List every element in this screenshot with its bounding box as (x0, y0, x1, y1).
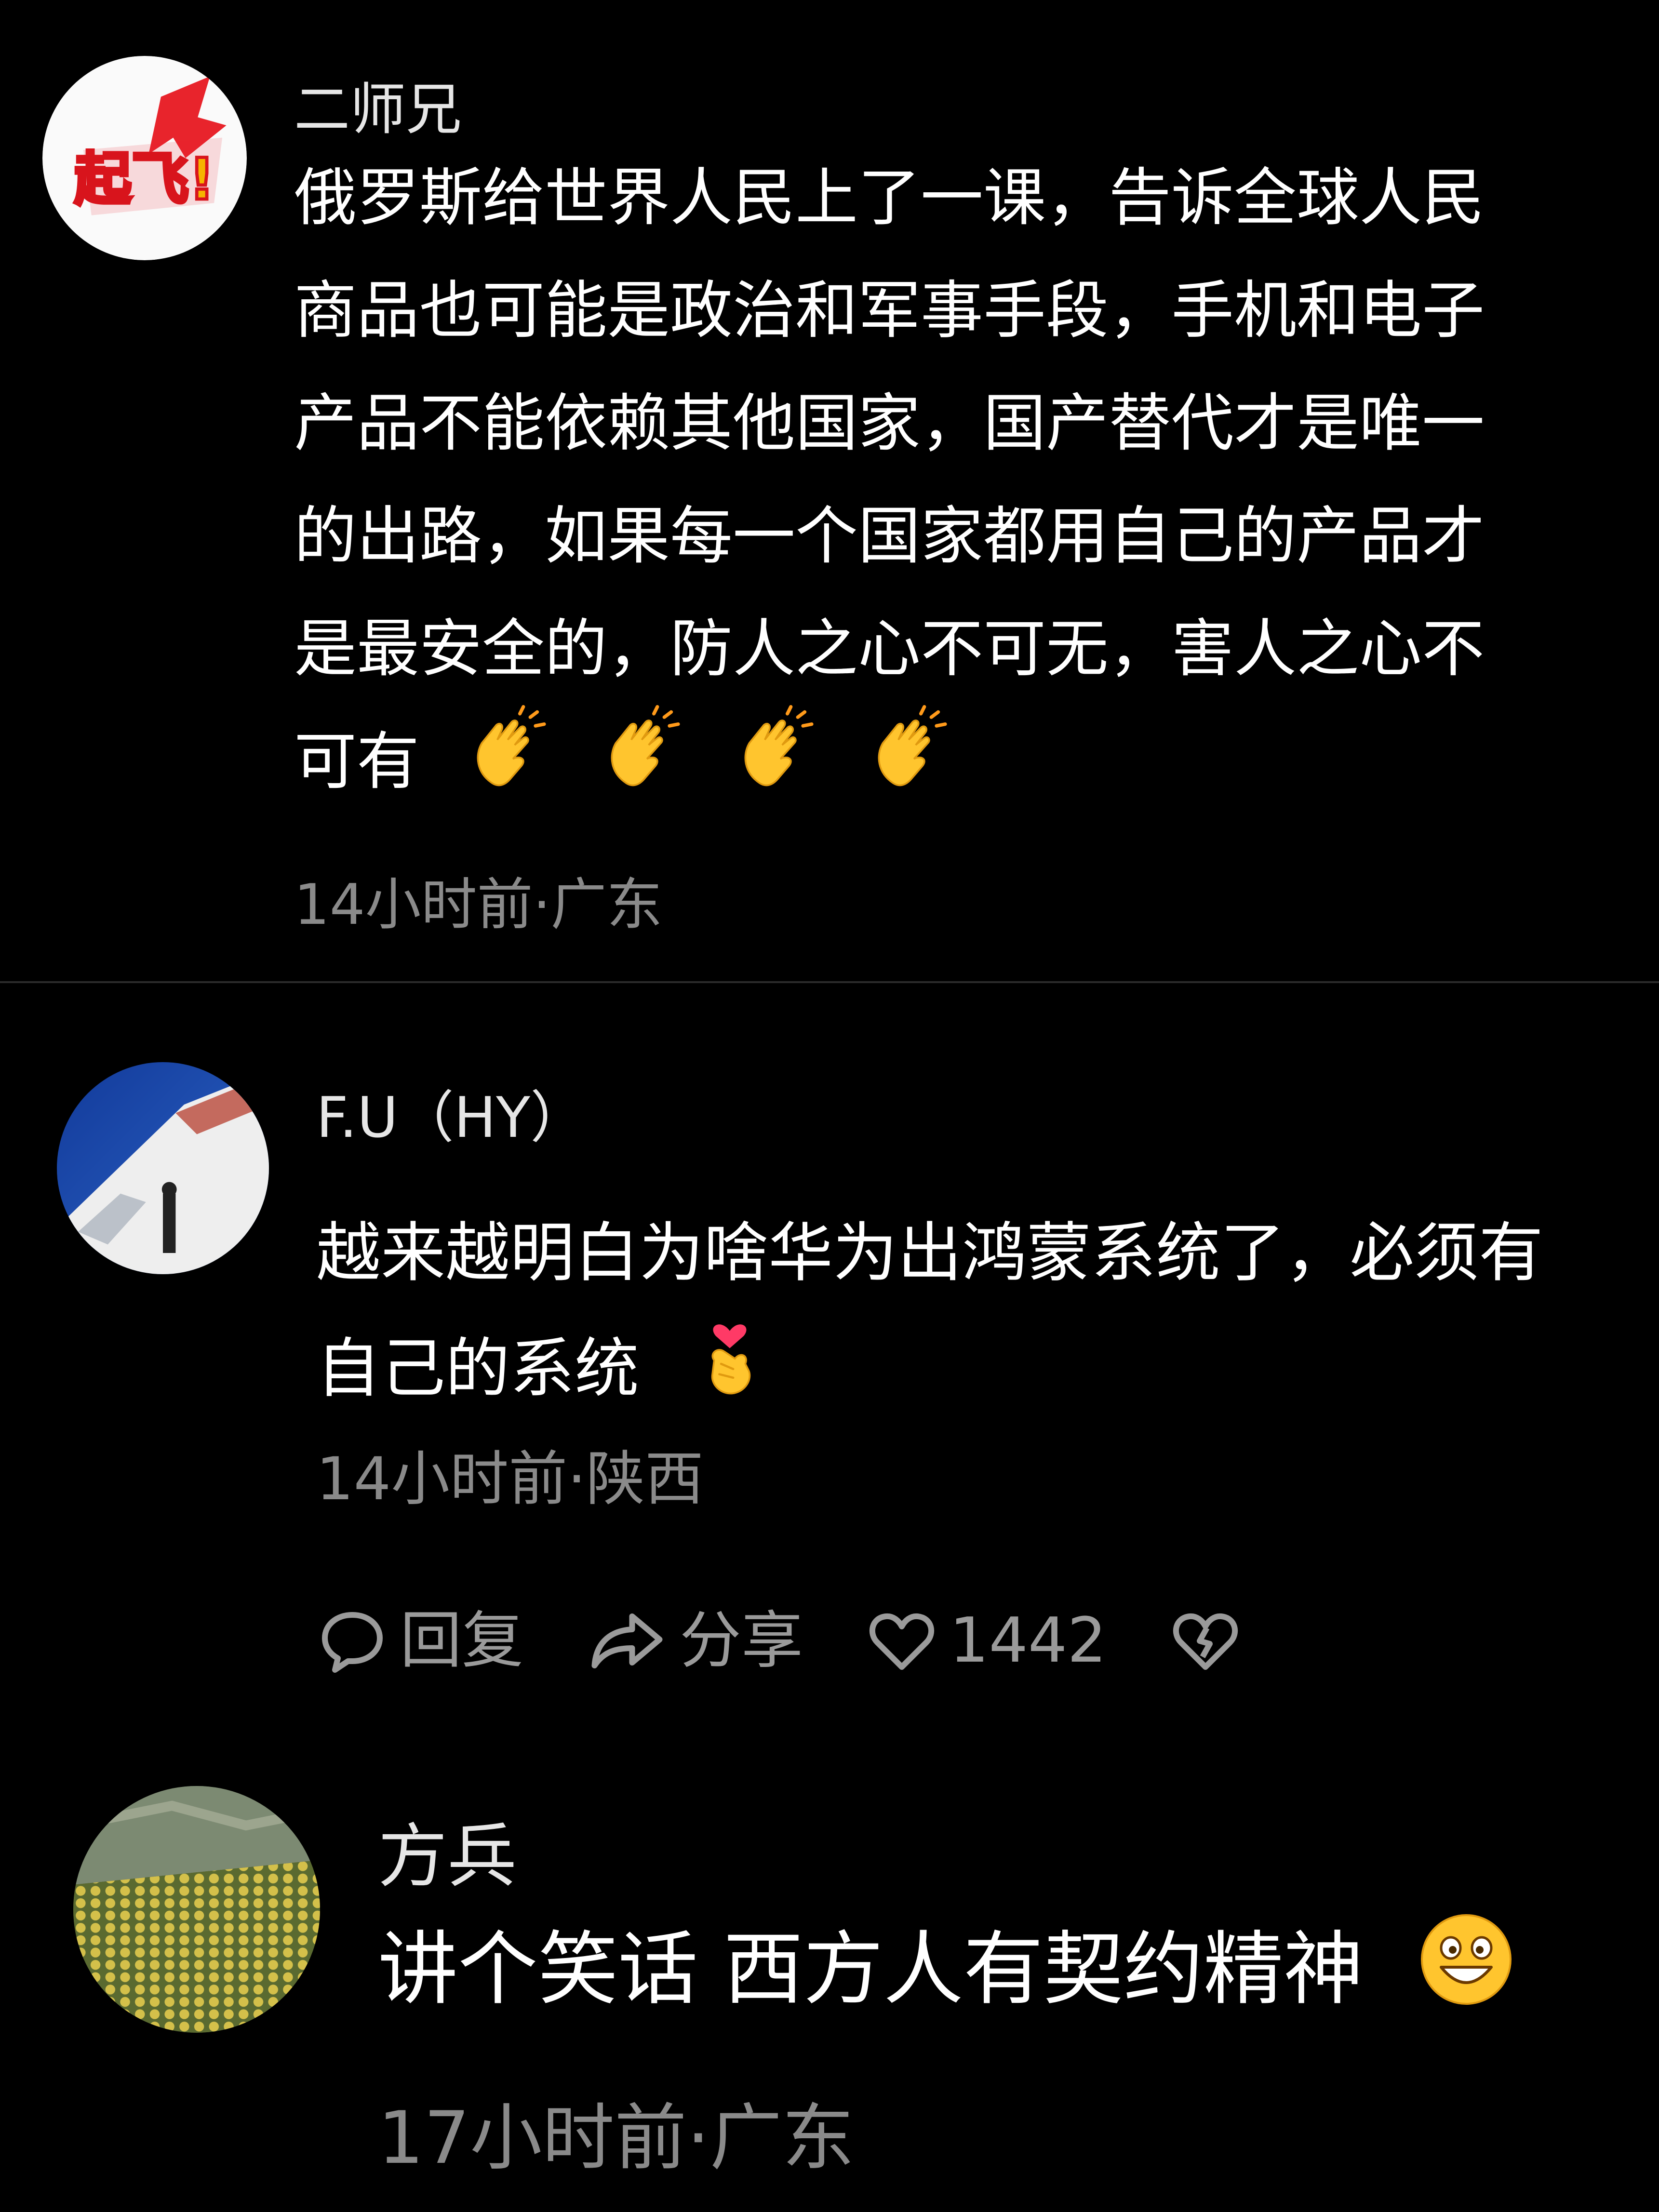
share-arrow-icon (591, 1613, 663, 1668)
comment-line-text: 讲个笑话 西方人有契约精神 (378, 1923, 1364, 2016)
avatar[interactable]: 起飞! (42, 56, 247, 260)
comment-meta: 14小时前·广东 (294, 872, 663, 937)
grinning-face-icon (1418, 1911, 1514, 2039)
reply-label: 回复 (400, 1605, 524, 1677)
username[interactable]: F.U（HY） (316, 1090, 586, 1146)
broken-heart-icon (1173, 1613, 1238, 1670)
clapping-hands-icon (867, 705, 954, 826)
avatar-image (57, 1062, 269, 1274)
divider (0, 981, 1659, 983)
comment-actions: 回复 分享 1442 (316, 1605, 1304, 1677)
comment-line: 讲个笑话 西方人有契约精神 (378, 1911, 1514, 2039)
comment-line: 是最安全的，防人之心不可无，害人之心不 (294, 612, 1485, 685)
comment-line: 商品也可能是政治和军事手段，手机和电子 (294, 274, 1485, 347)
clapping-hands-icon (734, 705, 820, 826)
avatar-logo-text: 起飞! (74, 146, 215, 213)
comment-bubble-icon (322, 1612, 383, 1673)
clapping-hands-icon (466, 705, 553, 826)
like-button[interactable]: 1442 (866, 1605, 1107, 1677)
share-label: 分享 (680, 1605, 803, 1677)
dislike-button[interactable] (1169, 1605, 1242, 1677)
comment-line: 的出路，如果每一个国家都用自己的产品才 (294, 499, 1485, 573)
avatar[interactable] (57, 1062, 269, 1274)
comment-line: 自己的系统 (316, 1311, 766, 1434)
comment-line-text: 自己的系统 (316, 1331, 640, 1406)
avatar[interactable] (73, 1786, 320, 2033)
comment-meta: 17小时前·广东 (378, 2096, 855, 2180)
comment-line: 俄罗斯给世界人民上了一课，告诉全球人民 (294, 161, 1485, 234)
comment-line: 可有 (294, 705, 954, 826)
comment-line: 产品不能依赖其他国家，国产替代才是唯一 (294, 386, 1485, 460)
username[interactable]: 方兵 (378, 1822, 517, 1891)
avatar-image: 起飞! (42, 56, 247, 260)
heart-fingers-icon (694, 1312, 766, 1434)
comment-line: 越来越明白为啥华为出鸿蒙系统了，必须有 (316, 1215, 1544, 1291)
reply-button[interactable]: 回复 (316, 1605, 523, 1677)
clapping-hands-icon (600, 705, 687, 826)
avatar-image (73, 1786, 320, 2033)
share-button[interactable]: 分享 (586, 1605, 803, 1677)
username[interactable]: 二师兄 (294, 82, 462, 138)
comment-meta: 14小时前·陕西 (316, 1445, 704, 1513)
comment-line-text: 可有 (294, 725, 420, 798)
like-count: 1442 (950, 1605, 1107, 1677)
heart-icon (869, 1613, 935, 1670)
